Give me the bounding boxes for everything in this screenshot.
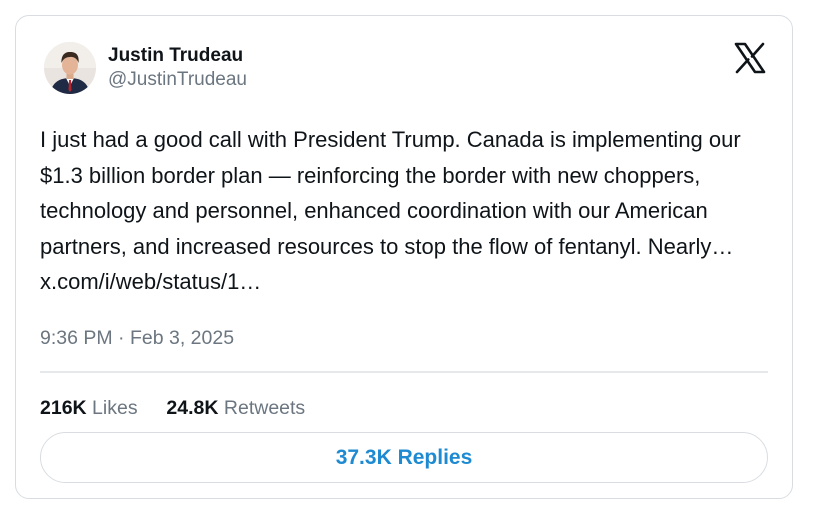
likes-label: Likes — [92, 397, 138, 419]
avatar[interactable] — [44, 42, 96, 94]
likes-count: 216K — [40, 397, 87, 419]
retweets-count: 24.8K — [166, 397, 219, 419]
author-info: Justin Trudeau @JustinTrudeau — [108, 44, 247, 92]
tweet-text: I just had a good call with President Tr… — [40, 122, 770, 300]
tweet-timestamp[interactable]: 9:36 PM · Feb 3, 2025 — [40, 326, 234, 350]
timestamp-separator: · — [118, 327, 125, 349]
divider — [40, 371, 768, 373]
x-logo-icon[interactable] — [732, 40, 768, 76]
retweets-stat[interactable]: 24.8K Retweets — [166, 397, 305, 419]
replies-button[interactable]: 37.3K Replies — [40, 432, 768, 483]
likes-stat[interactable]: 216K Likes — [40, 397, 143, 419]
profile-photo-icon — [44, 42, 96, 94]
tweet-stats: 216K Likes 24.8K Retweets — [40, 396, 305, 420]
tweet-link[interactable]: x.com/i/web/status/1… — [40, 269, 261, 294]
tweet-card: Justin Trudeau @JustinTrudeau I just had… — [15, 15, 793, 499]
replies-button-label: 37.3K Replies — [335, 445, 473, 469]
author-name[interactable]: Justin Trudeau — [108, 44, 247, 68]
tweet-body: I just had a good call with President Tr… — [40, 127, 741, 259]
author-handle[interactable]: @JustinTrudeau — [108, 68, 247, 92]
tweet-time: 9:36 PM — [40, 327, 113, 349]
tweet-date: Feb 3, 2025 — [129, 327, 235, 349]
retweets-label: Retweets — [223, 397, 306, 419]
